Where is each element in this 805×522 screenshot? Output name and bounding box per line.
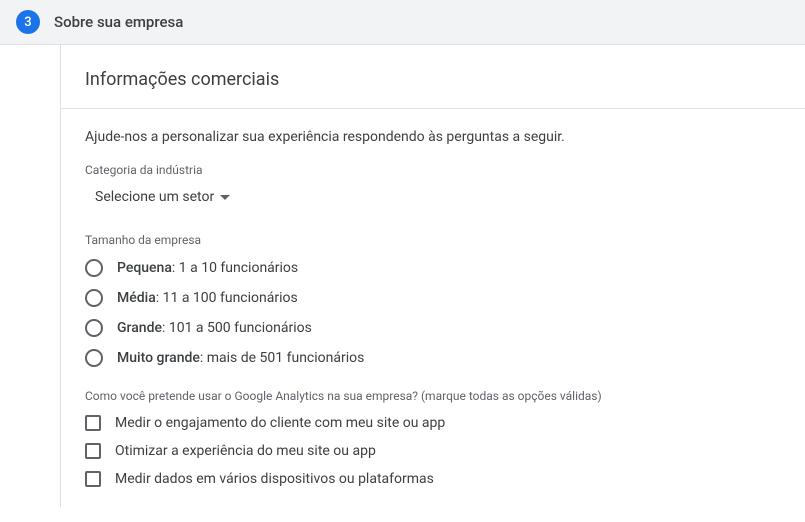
checkbox-label: Medir o engajamento do cliente com meu s… [115, 415, 445, 431]
checkbox-label: Otimizar a experiência do meu site ou ap… [115, 443, 376, 459]
usage-label: Como você pretende usar o Google Analyti… [85, 389, 781, 403]
checkbox-icon [85, 471, 101, 487]
step-title: Sobre sua empresa [54, 13, 183, 31]
usage-option-optimize[interactable]: Otimizar a experiência do meu site ou ap… [85, 443, 781, 459]
usage-group: Medir o engajamento do cliente com meu s… [85, 415, 781, 487]
company-size-label: Tamanho da empresa [85, 233, 781, 247]
checkbox-icon [85, 415, 101, 431]
radio-icon [85, 259, 103, 277]
radio-icon [85, 289, 103, 307]
caret-down-icon [220, 195, 230, 200]
checkbox-label: Medir dados em vários dispositivos ou pl… [115, 471, 434, 487]
step-number-badge: 3 [16, 10, 40, 34]
card-title: Informações comerciais [85, 69, 781, 90]
radio-label: Pequena: 1 a 10 funcionários [117, 260, 298, 276]
step-header[interactable]: 3 Sobre sua empresa [0, 0, 805, 45]
size-option-large[interactable]: Grande: 101 a 500 funcionários [85, 319, 781, 337]
intro-text: Ajude-nos a personalizar sua experiência… [85, 129, 781, 145]
radio-label: Muito grande: mais de 501 funcionários [117, 350, 364, 366]
usage-option-cross-device[interactable]: Medir dados em vários dispositivos ou pl… [85, 471, 781, 487]
size-option-medium[interactable]: Média: 11 a 100 funcionários [85, 289, 781, 307]
industry-label: Categoria da indústria [85, 163, 781, 177]
radio-icon [85, 349, 103, 367]
radio-label: Média: 11 a 100 funcionários [117, 290, 298, 306]
divider [61, 108, 805, 109]
checkbox-icon [85, 443, 101, 459]
radio-label: Grande: 101 a 500 funcionários [117, 320, 312, 336]
industry-dropdown[interactable]: Selecione um setor [85, 185, 230, 209]
business-info-card: Informações comerciais Ajude-nos a perso… [60, 45, 805, 507]
company-size-group: Pequena: 1 a 10 funcionários Média: 11 a… [85, 259, 781, 367]
radio-icon [85, 319, 103, 337]
usage-option-engagement[interactable]: Medir o engajamento do cliente com meu s… [85, 415, 781, 431]
size-option-very-large[interactable]: Muito grande: mais de 501 funcionários [85, 349, 781, 367]
size-option-small[interactable]: Pequena: 1 a 10 funcionários [85, 259, 781, 277]
industry-dropdown-text: Selecione um setor [95, 189, 214, 205]
